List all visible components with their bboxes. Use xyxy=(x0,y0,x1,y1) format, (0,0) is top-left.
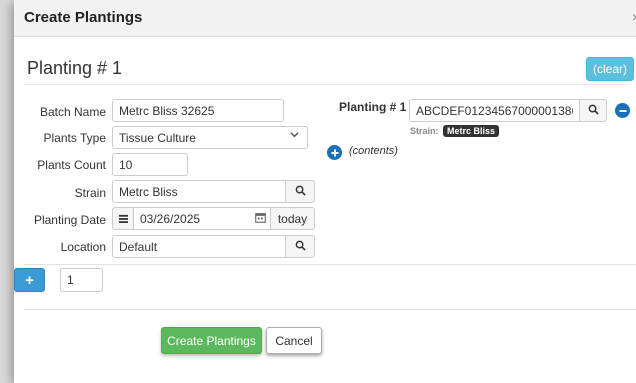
plants-type-label: Plants Type xyxy=(43,131,106,145)
batch-name-label: Batch Name xyxy=(39,105,106,119)
source-strain-label: Strain: xyxy=(410,126,439,136)
contents-label: (contents) xyxy=(349,145,398,157)
strain-label: Strain xyxy=(74,186,106,200)
planting-panel-title: Planting # 1 xyxy=(27,58,123,78)
source-planting-label: Planting # 1 xyxy=(339,100,407,114)
list-icon xyxy=(118,212,128,226)
plants-type-value: Tissue Culture xyxy=(119,131,196,145)
footer-divider xyxy=(24,309,636,310)
planting-date-label: Planting Date xyxy=(33,213,106,227)
strain-search-button[interactable] xyxy=(285,180,315,203)
search-icon xyxy=(295,185,306,199)
planting-count-input[interactable] xyxy=(60,268,103,292)
plus-icon xyxy=(331,146,339,160)
source-search-button[interactable] xyxy=(579,99,607,122)
planting-date-input[interactable] xyxy=(133,207,271,230)
today-button[interactable]: today xyxy=(270,207,315,230)
batch-name-input[interactable] xyxy=(112,99,284,122)
create-plantings-dialog: Create Plantings × Planting # 1 (clear) … xyxy=(14,0,636,383)
location-search-button[interactable] xyxy=(285,235,315,258)
panel-divider xyxy=(24,84,626,85)
location-label: Location xyxy=(60,240,106,254)
minus-icon xyxy=(619,104,627,118)
strain-input[interactable] xyxy=(112,180,286,203)
calendar-icon[interactable] xyxy=(255,212,266,226)
cancel-button[interactable]: Cancel xyxy=(266,327,322,354)
plants-count-label: Plants Count xyxy=(37,158,106,172)
source-strain-line: Strain: Metrc Bliss xyxy=(410,125,500,137)
close-icon[interactable]: × xyxy=(632,9,636,25)
clear-button[interactable]: (clear) xyxy=(586,57,634,81)
source-tag-input[interactable] xyxy=(409,99,580,122)
dialog-header: Create Plantings × xyxy=(14,0,636,37)
add-contents-button[interactable] xyxy=(327,145,342,160)
dialog-title: Create Plantings xyxy=(24,9,143,26)
plants-count-input[interactable] xyxy=(112,153,188,176)
remove-source-button[interactable] xyxy=(615,103,630,118)
search-icon xyxy=(588,104,599,118)
source-strain-badge: Metrc Bliss xyxy=(443,125,500,137)
add-planting-button[interactable]: + xyxy=(14,268,45,292)
create-plantings-button[interactable]: Create Plantings xyxy=(161,327,262,354)
chevron-down-icon xyxy=(290,130,299,142)
section-divider xyxy=(24,264,636,265)
location-input[interactable] xyxy=(112,235,286,258)
date-addon xyxy=(112,207,134,230)
search-icon xyxy=(295,240,306,254)
plants-type-select[interactable]: Tissue Culture xyxy=(112,126,308,149)
